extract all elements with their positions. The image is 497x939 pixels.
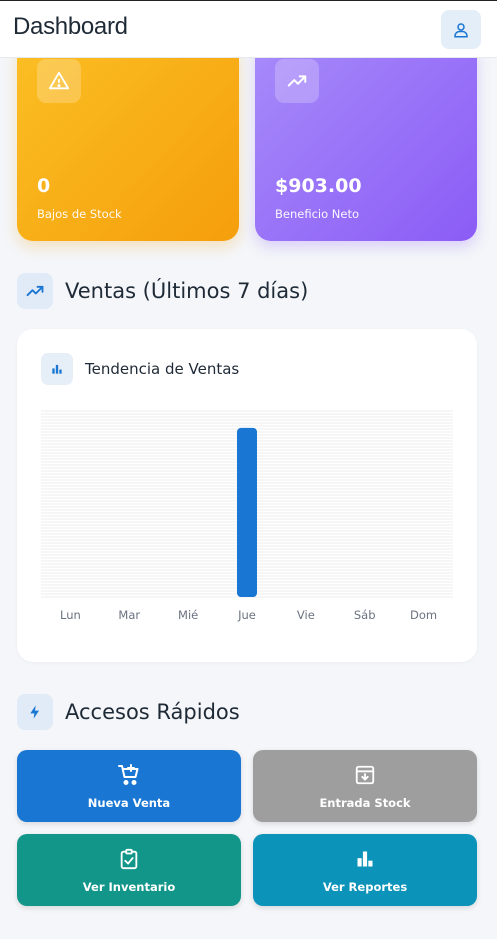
chart-bar-3[interactable] [237, 427, 257, 597]
quick-section-title: Accesos Rápidos [65, 700, 240, 724]
low-stock-label: Bajos de Stock [37, 207, 122, 221]
warning-icon [48, 71, 70, 90]
view-inventory-button[interactable]: Ver Inventario [17, 834, 241, 906]
view-reports-button[interactable]: Ver Reportes [253, 834, 477, 906]
user-icon [454, 22, 468, 37]
add-cart-icon [118, 764, 139, 785]
quick-section-heading: Accesos Rápidos [17, 694, 240, 730]
new-sale-label: Nueva Venta [87, 796, 171, 810]
chart-tick-label-1: Mar [118, 608, 140, 622]
section-icon-box [17, 273, 53, 309]
sales-bar-chart: Lun Mar Mié Jue Vie Sáb Dom [41, 410, 453, 622]
app-header: Dashboard [0, 1, 497, 58]
chart-tick-label-2: Mié [178, 608, 198, 622]
card-icon-box [275, 59, 319, 103]
card-icon-box [37, 59, 81, 103]
view-inventory-label: Ver Inventario [82, 880, 176, 894]
low-stock-value: 0 [37, 175, 51, 197]
stock-entry-label: Entrada Stock [319, 796, 411, 810]
sales-section-title: Ventas (Últimos 7 días) [65, 279, 309, 303]
bar-chart-icon [357, 851, 373, 867]
low-stock-card[interactable]: 0 Bajos de Stock [17, 41, 239, 241]
bolt-icon [30, 705, 39, 719]
chart-tick-label-6: Dom [410, 608, 437, 622]
view-reports-label: Ver Reportes [322, 880, 408, 894]
chart-tick-label-0: Lun [60, 608, 81, 622]
page-title: Dashboard [13, 13, 128, 40]
net-profit-card[interactable]: $903.00 Beneficio Neto [255, 41, 477, 241]
chart-tick-label-5: Sáb [354, 608, 376, 622]
net-profit-label: Beneficio Neto [275, 207, 360, 221]
chart-tick-label-3: Jue [237, 608, 256, 622]
sales-section-heading: Ventas (Últimos 7 días) [17, 273, 308, 309]
new-sale-button[interactable]: Nueva Venta [17, 750, 241, 822]
trending-up-icon [287, 75, 307, 87]
net-profit-value: $903.00 [275, 175, 362, 197]
section-icon-box [17, 694, 53, 730]
stock-entry-button[interactable]: Entrada Stock [253, 750, 477, 822]
chart-tick-label-4: Vie [297, 608, 315, 622]
user-profile-button[interactable] [441, 10, 481, 49]
trending-up-icon [26, 285, 44, 297]
sales-chart-card: Tendencia de Ventas Lun Mar Mié Jue Vie Sáb Do… [17, 329, 477, 662]
archive-in-icon [355, 765, 375, 785]
clipboard-check-icon [120, 848, 138, 870]
